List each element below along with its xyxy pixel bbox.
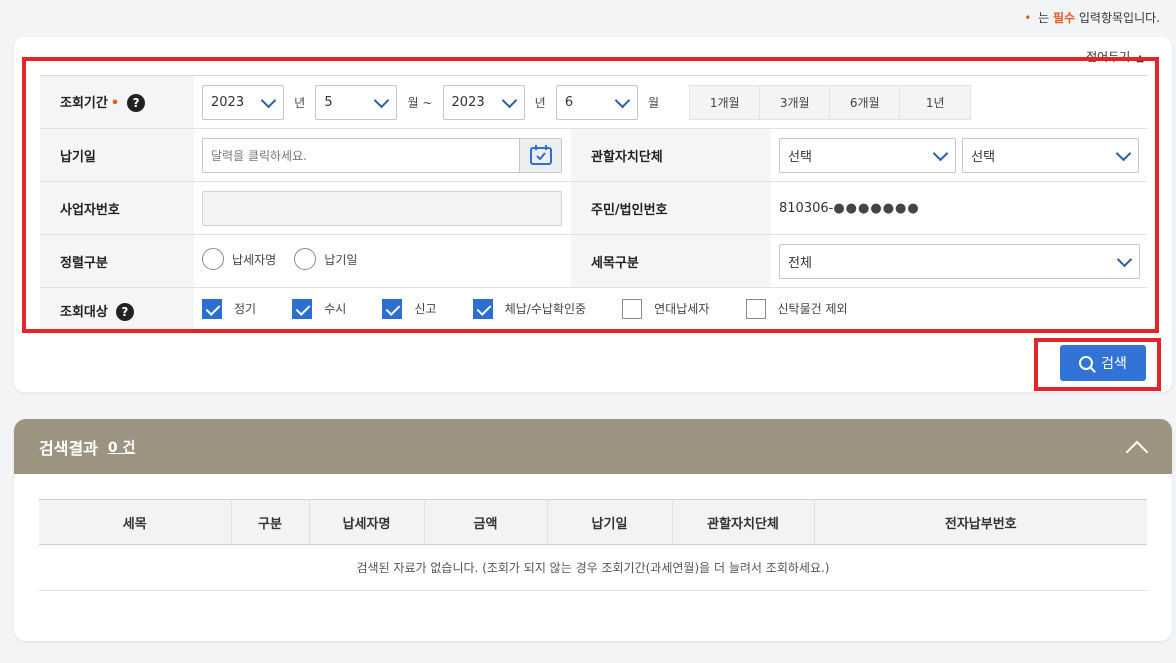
chevron-down-icon (374, 95, 388, 109)
resident-no-value: 810306-●●●●●●● (779, 200, 920, 216)
help-icon[interactable]: ? (115, 303, 134, 321)
paydate-input[interactable]: 달력을 클릭하세요. (202, 137, 562, 173)
chevron-down-icon (261, 95, 275, 109)
sort-radio-duedate[interactable]: 납기일 (294, 248, 357, 270)
target-checkbox-joint[interactable]: 연대납세자 (622, 298, 709, 319)
form-row-paydate: 납기일 달력을 클릭하세요. 관할자치단체 선택 선택 (40, 128, 1147, 182)
period-6month-button[interactable]: 6개월 (830, 85, 901, 119)
target-checkbox-regular[interactable]: 정기 (202, 298, 256, 319)
quick-period-group: 1개월 3개월 6개월 1년 (689, 84, 972, 120)
search-icon (1079, 356, 1094, 370)
paydate-label: 납기일 (40, 128, 194, 182)
period-1year-button[interactable]: 1년 (900, 86, 970, 119)
form-row-target: 조회대상? 정기 수시 신고 체납/수납확인중 연대납세자 신탁물건 제외 (40, 287, 1147, 334)
start-year-select[interactable]: 2023 (202, 84, 284, 120)
chevron-up-icon: ▲ (1136, 53, 1144, 64)
result-header-row: 세목 구분 납세자명 금액 납기일 관할자치단체 전자납부번호 (39, 499, 1147, 545)
sort-label: 정렬구분 (40, 234, 194, 288)
form-row-sort: 정렬구분 납세자명 납기일 세목구분 전체 (40, 234, 1147, 288)
target-label: 조회대상? (40, 287, 194, 334)
target-checkbox-trust[interactable]: 신탁물건 제외 (745, 298, 848, 319)
chevron-down-icon (1117, 254, 1131, 268)
table-row: 검색된 자료가 없습니다. (조회가 되지 않는 경우 조회기간(과세연월)을 … (39, 544, 1147, 591)
period-3month-button[interactable]: 3개월 (760, 85, 831, 119)
chevron-down-icon (502, 95, 516, 109)
result-table: 세목 구분 납세자명 금액 납기일 관할자치단체 전자납부번호 검색된 자료가 … (39, 499, 1147, 591)
period-label: 조회기간 •? (40, 75, 194, 129)
target-checkbox-occasional[interactable]: 수시 (292, 298, 346, 319)
start-month-select[interactable]: 5 (315, 84, 398, 120)
chevron-up-icon[interactable] (1126, 439, 1144, 457)
jurisdiction-select-1[interactable]: 선택 (779, 137, 956, 173)
form-row-business: 사업자번호 주민/법인번호 810306-●●●●●●● (40, 181, 1147, 235)
business-no-label: 사업자번호 (40, 181, 194, 235)
help-icon[interactable]: ? (127, 94, 146, 113)
form-row-period: 조회기간 •? 2023 년 5 월 ~ 2023 년 6 월 1개월 3개월 6… (40, 75, 1147, 129)
result-header: 검색결과 0 건 (14, 419, 1172, 474)
chevron-down-icon (933, 148, 947, 162)
period-1month-button[interactable]: 1개월 (690, 85, 761, 119)
sort-radio-taxpayer[interactable]: 납세자명 (202, 248, 276, 270)
jurisdiction-select-2[interactable]: 선택 (962, 137, 1140, 173)
result-title: 검색결과 (39, 438, 98, 458)
chevron-down-icon (1116, 148, 1130, 162)
collapse-toggle[interactable]: 접어두기 ▲ (1086, 48, 1144, 65)
empty-message: 검색된 자료가 없습니다. (조회가 되지 않는 경우 조회기간(과세연월)을 … (39, 544, 1147, 591)
result-card: 검색결과 0 건 세목 구분 납세자명 금액 납기일 관할자치단체 전자납부번호… (14, 419, 1172, 641)
target-checkbox-arrears[interactable]: 체납/수납확인중 (472, 298, 586, 319)
required-note: • 는 필수 입력항목입니다. (1024, 11, 1160, 25)
search-form-table: 조회기간 •? 2023 년 5 월 ~ 2023 년 6 월 1개월 3개월 6… (40, 75, 1147, 334)
calendar-icon[interactable] (519, 138, 561, 172)
tax-category-select[interactable]: 전체 (779, 243, 1140, 279)
result-count[interactable]: 0 건 (108, 437, 136, 457)
resident-no-label: 주민/법인번호 (571, 181, 771, 235)
search-button[interactable]: 검색 (1060, 345, 1146, 381)
tax-category-label: 세목구분 (571, 234, 771, 288)
end-month-select[interactable]: 6 (555, 84, 638, 120)
business-no-input[interactable] (202, 190, 562, 226)
chevron-down-icon (615, 95, 629, 109)
jurisdiction-label: 관할자치단체 (571, 128, 771, 182)
target-checkbox-report[interactable]: 신고 (382, 298, 437, 319)
end-year-select[interactable]: 2023 (442, 84, 525, 120)
